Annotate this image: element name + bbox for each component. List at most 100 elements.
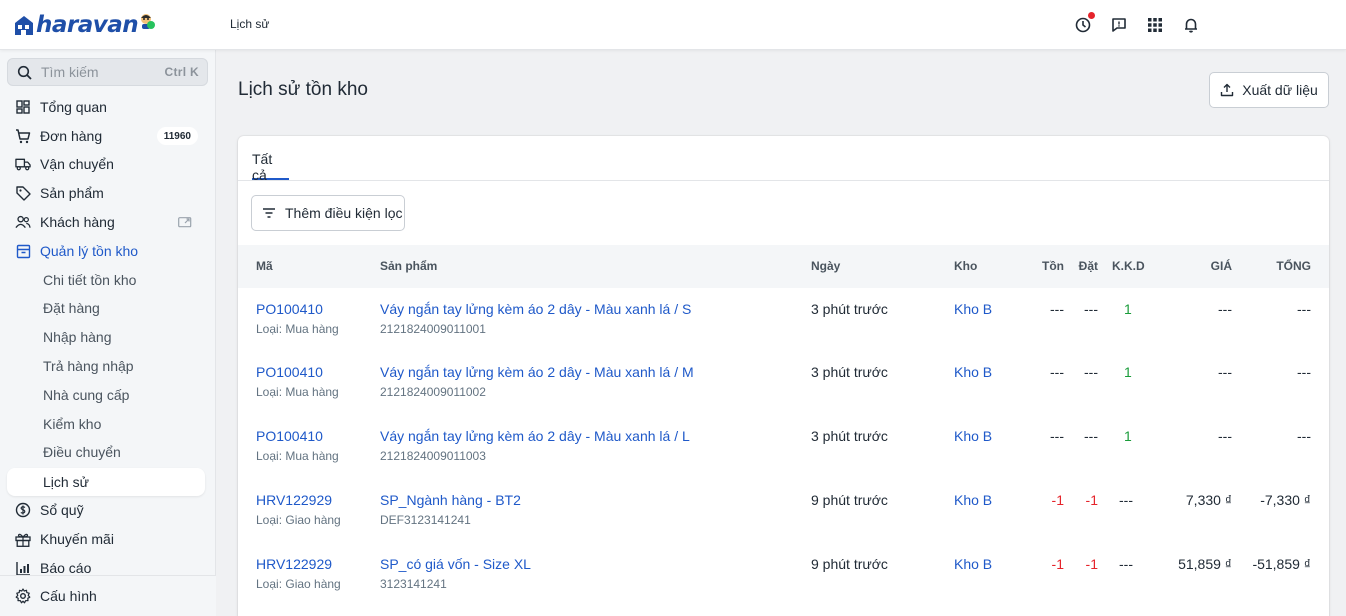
row-kkd: 1: [1124, 364, 1132, 380]
sidebar-item-shipping[interactable]: Vận chuyển: [7, 150, 205, 178]
haravan-logo[interactable]: haravan: [13, 9, 153, 41]
row-sku: 2121824009011003: [380, 449, 486, 463]
row-date: 3 phút trước: [811, 428, 888, 444]
row-sku: 2121824009011002: [380, 385, 486, 399]
search-input[interactable]: Tìm kiếm Ctrl K: [7, 58, 208, 86]
sidebar-item-promotions[interactable]: Khuyến mãi: [7, 525, 205, 553]
sidebar-item-customers[interactable]: Khách hàng: [7, 208, 205, 236]
filter-icon: [263, 208, 275, 218]
sidebar-item-label: Vận chuyển: [40, 156, 114, 172]
table-row[interactable]: PO100410 Loại: Mua hàng Váy ngắn tay lửng …: [238, 288, 1329, 352]
row-price: 51,859 ₫: [1178, 556, 1232, 572]
sidebar-item-label: Khuyến mãi: [40, 531, 114, 547]
row-ordered: ---: [1084, 428, 1098, 444]
logo-text: haravan: [36, 12, 139, 38]
sidebar-sub-purchase-order[interactable]: Đặt hàng: [7, 294, 205, 322]
row-warehouse-link[interactable]: Kho B: [954, 492, 992, 508]
row-kkd: 1: [1124, 301, 1132, 317]
filter-label: Thêm điều kiện lọc: [285, 205, 403, 221]
sidebar-item-inventory[interactable]: Quản lý tồn kho: [7, 237, 205, 265]
export-label: Xuất dữ liệu: [1242, 82, 1318, 98]
row-code-link[interactable]: HRV122929: [256, 556, 332, 572]
row-date: 3 phút trước: [811, 301, 888, 317]
sidebar-sub-inventory-detail[interactable]: Chi tiết tồn kho: [7, 266, 205, 294]
row-date: 9 phút trước: [811, 556, 888, 572]
external-link-icon[interactable]: [174, 214, 196, 230]
sidebar-item-settings[interactable]: Cấu hình: [7, 582, 205, 610]
apps-grid-icon[interactable]: [1145, 15, 1165, 35]
table-header: Mã Sản phẩm Ngày Kho Tồn Đặt K.K.D GIÁ T…: [238, 245, 1329, 288]
add-filter-button[interactable]: Thêm điều kiện lọc: [251, 195, 405, 231]
row-sku: 3123141241: [380, 577, 447, 591]
row-kkd: 1: [1124, 428, 1132, 444]
row-total: -51,859 ₫: [1252, 556, 1311, 572]
tab-all[interactable]: Tất cả: [252, 136, 289, 183]
row-product-link[interactable]: Váy ngắn tay lửng kèm áo 2 dây - Màu xan…: [380, 301, 691, 317]
sidebar-sub-return[interactable]: Trả hàng nhập: [7, 352, 205, 380]
gift-icon: [15, 531, 31, 547]
row-sku: 2121824009011001: [380, 322, 486, 336]
sidebar-item-products[interactable]: Sản phẩm: [7, 179, 205, 207]
search-shortcut: Ctrl K: [164, 65, 199, 79]
sidebar-sub-receiving[interactable]: Nhập hàng: [7, 323, 205, 351]
row-date: 3 phút trước: [811, 364, 888, 380]
row-product-link[interactable]: SP_Ngành hàng - BT2: [380, 492, 521, 508]
sidebar-item-orders[interactable]: Đơn hàng 11960: [7, 122, 205, 150]
col-total: TỔNG: [1276, 259, 1311, 273]
truck-icon: [15, 156, 31, 172]
row-stock: ---: [1050, 301, 1064, 317]
sidebar-sub-stocktake[interactable]: Kiểm kho: [7, 410, 205, 438]
row-kkd: ---: [1119, 556, 1133, 572]
tag-icon: [15, 185, 31, 201]
export-button[interactable]: Xuất dữ liệu: [1209, 72, 1329, 108]
row-price: ---: [1218, 428, 1232, 444]
row-type: Loại: Giao hàng: [256, 513, 341, 527]
sidebar-item-label: Đơn hàng: [40, 128, 103, 144]
orders-count-badge: 11960: [156, 127, 198, 145]
table-row[interactable]: PO100410 Loại: Mua hàng Váy ngắn tay lửng …: [238, 415, 1329, 479]
export-icon: [1221, 83, 1234, 97]
bell-icon[interactable]: [1181, 15, 1201, 35]
notification-dot: [1088, 12, 1095, 19]
table-row[interactable]: PO100410 Loại: Mua hàng Váy ngắn tay lửng …: [238, 351, 1329, 415]
col-ordered: Đặt: [1078, 259, 1098, 273]
box-icon: [15, 243, 31, 259]
row-warehouse-link[interactable]: Kho B: [954, 364, 992, 380]
logo-building-icon: [15, 16, 33, 35]
col-price: GIÁ: [1210, 259, 1232, 273]
col-product: Sản phẩm: [380, 259, 438, 273]
row-stock: -1: [1051, 556, 1064, 572]
row-type: Loại: Mua hàng: [256, 322, 339, 336]
row-warehouse-link[interactable]: Kho B: [954, 556, 992, 572]
sidebar-sub-transfer[interactable]: Điều chuyển: [7, 438, 205, 466]
table-row[interactable]: HRV122929 Loại: Giao hàng SP_có giá vốn - …: [238, 543, 1329, 607]
sidebar-item-overview[interactable]: Tổng quan: [7, 93, 205, 121]
sidebar-sub-suppliers[interactable]: Nhà cung cấp: [7, 381, 205, 409]
dashboard-icon: [15, 99, 31, 115]
row-kkd: ---: [1119, 492, 1133, 508]
table-row[interactable]: HRV122929 Loại: Giao hàng SP_Ngành hàng - …: [238, 479, 1329, 543]
top-bar: haravan Lịch sử: [0, 0, 1346, 50]
row-product-link[interactable]: Váy ngắn tay lửng kèm áo 2 dây - Màu xan…: [380, 364, 694, 380]
breadcrumb: Lịch sử: [230, 17, 270, 31]
clock-alert-icon[interactable]: [1073, 12, 1095, 35]
sidebar-sub-history[interactable]: Lịch sử: [7, 468, 205, 496]
sidebar-item-label: Sổ quỹ: [40, 502, 84, 518]
row-product-link[interactable]: Váy ngắn tay lửng kèm áo 2 dây - Màu xan…: [380, 428, 690, 444]
row-code-link[interactable]: PO100410: [256, 428, 323, 444]
feedback-icon[interactable]: [1109, 15, 1129, 35]
online-status-dot: [147, 21, 155, 29]
col-code: Mã: [256, 259, 273, 273]
row-warehouse-link[interactable]: Kho B: [954, 301, 992, 317]
row-code-link[interactable]: PO100410: [256, 301, 323, 317]
row-code-link[interactable]: HRV122929: [256, 492, 332, 508]
search-icon: [17, 65, 32, 80]
sidebar: Tìm kiếm Ctrl K Tổng quan Đơn hàng 11960…: [0, 50, 216, 616]
col-warehouse: Kho: [954, 259, 978, 273]
row-product-link[interactable]: SP_có giá vốn - Size XL: [380, 556, 531, 572]
row-warehouse-link[interactable]: Kho B: [954, 428, 992, 444]
row-code-link[interactable]: PO100410: [256, 364, 323, 380]
row-type: Loại: Mua hàng: [256, 449, 339, 463]
sidebar-item-cashbook[interactable]: Sổ quỹ: [7, 496, 205, 524]
history-card: Tất cả Thêm điều kiện lọc Mã Sản phẩm Ng…: [238, 136, 1329, 616]
